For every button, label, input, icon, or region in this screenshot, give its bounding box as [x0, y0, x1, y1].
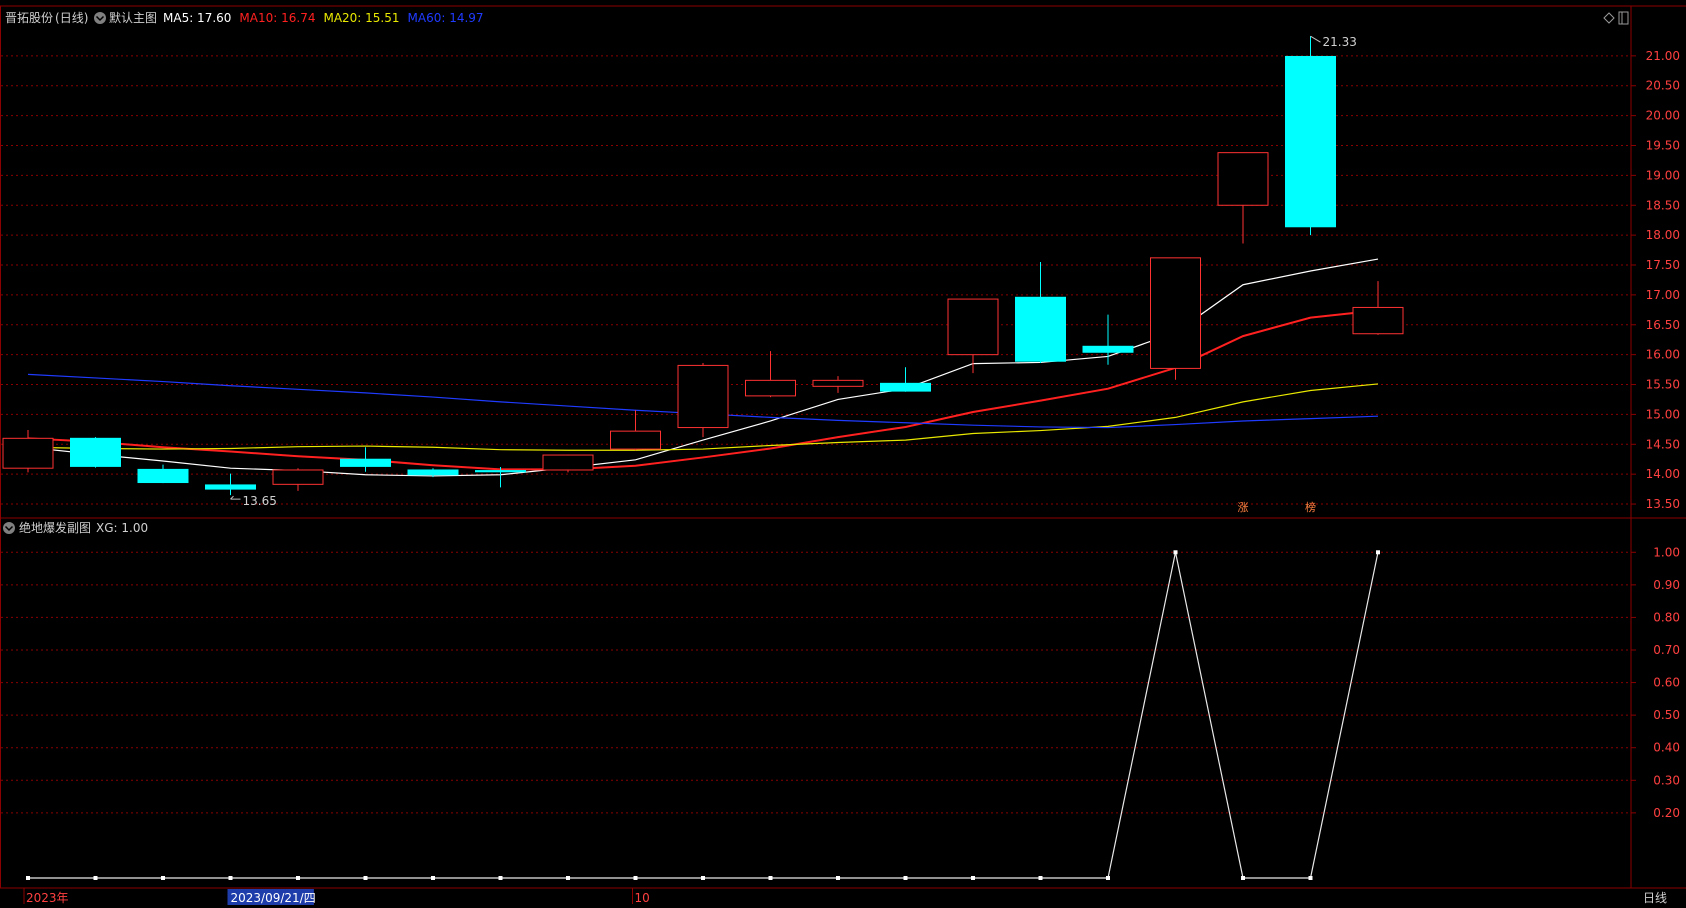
xg-point — [1106, 876, 1110, 880]
ma-legend: MA5: 17.60 MA10: 16.74 MA20: 15.51 MA60: 14… — [163, 11, 484, 25]
xg-point — [903, 876, 908, 880]
candle-down — [70, 437, 121, 468]
period-button[interactable]: 日线 — [1643, 891, 1667, 905]
xg-point — [1376, 550, 1380, 555]
xg-point — [296, 876, 300, 880]
candle-body — [137, 468, 189, 484]
low-price-label: 13.65 — [243, 494, 277, 508]
xg-point — [633, 876, 638, 880]
price-tick-label: 19.00 — [1646, 168, 1680, 182]
signal-marker: 榜 — [1305, 500, 1316, 514]
ma-legend-item: MA5: 17.60 — [163, 11, 231, 25]
candle-body — [610, 430, 661, 450]
high-price-label: 21.33 — [1323, 35, 1357, 49]
xg-point — [566, 876, 570, 880]
period-button-label[interactable]: 日线 — [1643, 891, 1667, 905]
xg-point — [93, 876, 98, 880]
price-tick-label: 17.50 — [1646, 258, 1680, 272]
stock-name: 晋拓股份 (日线) — [5, 11, 88, 25]
candle-body — [205, 484, 256, 490]
xg-point — [228, 876, 233, 880]
xg-tick-label: 1.00 — [1653, 545, 1680, 559]
candle-body — [542, 454, 594, 471]
ma-legend-item: MA10: 16.74 — [239, 11, 315, 25]
candle-body — [1150, 257, 1201, 369]
xg-tick-label: 0.90 — [1653, 578, 1680, 592]
xg-tick-label: 0.60 — [1653, 676, 1680, 690]
xg-point — [1308, 876, 1313, 880]
candle-body — [1217, 152, 1269, 206]
sub-panel-title[interactable]: 绝地爆发副图 — [19, 520, 91, 535]
price-tick-label: 18.00 — [1646, 228, 1680, 242]
candle-body — [1285, 55, 1336, 228]
xg-point — [363, 876, 368, 880]
price-tick-label: 17.00 — [1646, 288, 1680, 302]
candle-body — [475, 470, 526, 473]
price-tick-label: 20.50 — [1646, 79, 1680, 93]
xg-point — [768, 876, 773, 880]
xg-point — [431, 876, 435, 880]
xg-tick-label: 0.20 — [1653, 806, 1680, 820]
candle-body — [1015, 296, 1066, 362]
stock-chart[interactable]: 21.33 13.65 涨 榜 21.00 20.50 20.00 19.50 19.00 18… — [0, 0, 1686, 908]
candle-body — [677, 364, 729, 429]
time-axis-label: 2023年 — [26, 891, 69, 905]
candle-body — [407, 469, 459, 476]
xg-tick-label: 0.70 — [1653, 643, 1680, 657]
candle-body — [880, 382, 931, 392]
cursor-date-label: 2023/09/21/四 — [231, 891, 316, 905]
collapse-icon[interactable] — [3, 522, 15, 534]
price-tick-label: 18.50 — [1646, 198, 1680, 212]
candle-up — [677, 363, 729, 438]
xg-point — [161, 876, 165, 880]
price-tick-label: 15.50 — [1646, 378, 1680, 392]
xg-point — [701, 876, 705, 880]
price-tick-label: 16.00 — [1646, 348, 1680, 362]
candle-up — [542, 454, 594, 473]
xg-value: XG: 1.00 — [96, 521, 148, 535]
candle-body — [1082, 345, 1134, 353]
ma-legend-item: MA60: 14.97 — [408, 11, 484, 25]
xg-tick-label: 0.80 — [1653, 610, 1680, 624]
xg-point — [1241, 876, 1245, 880]
price-tick-label: 13.50 — [1646, 497, 1680, 511]
candle-body — [272, 469, 324, 485]
xg-point — [971, 876, 975, 880]
xg-tick-label: 0.30 — [1653, 773, 1680, 787]
price-tick-label: 15.00 — [1646, 407, 1680, 421]
xg-point — [1173, 550, 1178, 555]
price-tick-label: 14.50 — [1646, 437, 1680, 451]
price-tick-label: 19.50 — [1646, 138, 1680, 152]
price-tick-label: 21.00 — [1646, 49, 1680, 63]
candle-body — [947, 298, 999, 356]
chart-name[interactable]: 默认主图 — [109, 10, 157, 25]
candle-body — [1352, 306, 1404, 335]
candle-up — [1150, 257, 1201, 380]
candle-body — [70, 437, 121, 467]
sub-panel-header: 绝地爆发副图 XG: 1.00 — [3, 520, 148, 535]
candle-body — [745, 379, 796, 397]
candle-body — [812, 379, 864, 387]
price-tick-label: 20.00 — [1646, 109, 1680, 123]
candle-body — [340, 458, 391, 467]
signal-marker: 涨 — [1238, 501, 1249, 514]
price-tick-label: 16.50 — [1646, 318, 1680, 332]
xg-point — [1038, 876, 1043, 880]
collapse-icon[interactable] — [94, 12, 106, 24]
candle-body — [2, 437, 54, 469]
time-axis-label: 10 — [635, 891, 650, 905]
ma-legend-item: MA20: 15.51 — [323, 11, 399, 25]
xg-point — [26, 876, 30, 880]
price-tick-label: 14.00 — [1646, 467, 1680, 481]
main-panel-header: 晋拓股份 (日线) 默认主图 MA5: 17.60 MA10: 16.74 MA20:… — [5, 10, 484, 25]
xg-tick-label: 0.40 — [1653, 741, 1680, 755]
xg-tick-label: 0.50 — [1653, 708, 1680, 722]
candle-down — [1285, 36, 1336, 236]
xg-point — [836, 876, 840, 880]
xg-point — [498, 876, 503, 880]
